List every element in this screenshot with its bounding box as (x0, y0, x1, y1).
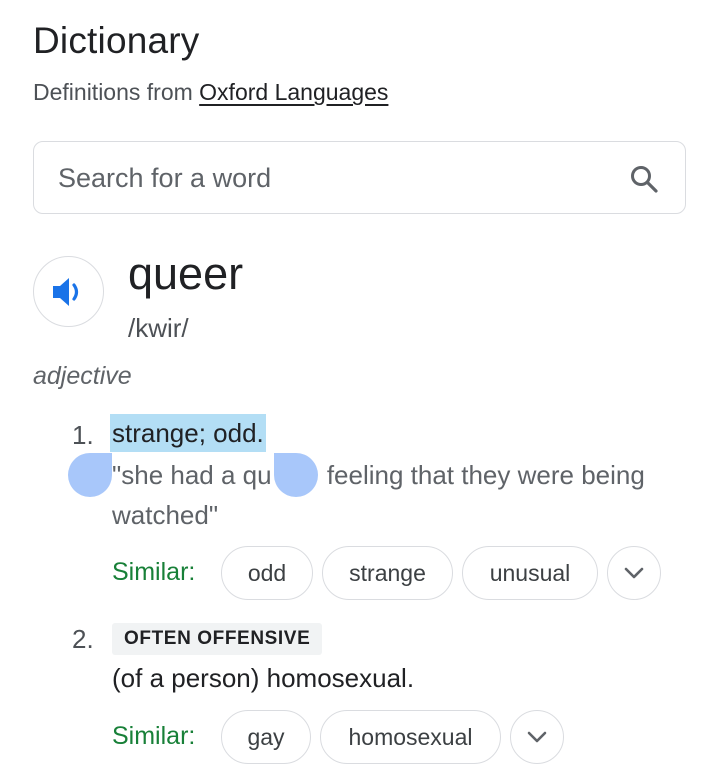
chevron-down-icon (527, 731, 547, 743)
similar-chip-homosexual[interactable]: homosexual (320, 710, 501, 764)
sense-number: 1. (72, 420, 94, 450)
similar-chip-strange[interactable]: strange (322, 546, 453, 600)
sense-definition[interactable]: strange; odd. (110, 414, 266, 452)
page-title: Dictionary (33, 20, 200, 61)
search-box[interactable] (33, 141, 686, 214)
similar-label: Similar: (112, 722, 196, 750)
sense-number: 2. (72, 624, 94, 654)
source-prefix: Definitions from (33, 79, 193, 105)
expand-similar-button[interactable] (510, 710, 564, 764)
chevron-down-icon (624, 567, 644, 579)
similar-chip-gay[interactable]: gay (221, 710, 311, 764)
headword: queer (128, 248, 244, 299)
similar-chip-odd[interactable]: odd (221, 546, 313, 600)
selection-handle-start[interactable] (68, 453, 112, 497)
sense-example: "she had a qu feeling that they were bei… (112, 455, 682, 535)
selected-text[interactable]: strange; odd. (110, 414, 266, 452)
selection-handle-end[interactable] (274, 453, 318, 497)
speaker-icon (53, 278, 79, 306)
usage-label: OFTEN OFFENSIVE (112, 623, 323, 655)
pronunciation-button[interactable] (33, 256, 104, 327)
similar-label: Similar: (112, 558, 196, 586)
source-line: Definitions from Oxford Languages (33, 79, 388, 106)
sense-definition: (of a person) homosexual. (112, 663, 415, 693)
search-input[interactable] (58, 160, 618, 196)
oxford-languages-link[interactable]: Oxford Languages (199, 79, 388, 105)
search-icon[interactable] (629, 164, 659, 194)
example-text-start: "she had a qu (112, 460, 272, 490)
similar-chip-unusual[interactable]: unusual (462, 546, 598, 600)
part-of-speech: adjective (33, 362, 132, 390)
phonetic: /kwir/ (128, 313, 189, 343)
expand-similar-button[interactable] (607, 546, 661, 600)
